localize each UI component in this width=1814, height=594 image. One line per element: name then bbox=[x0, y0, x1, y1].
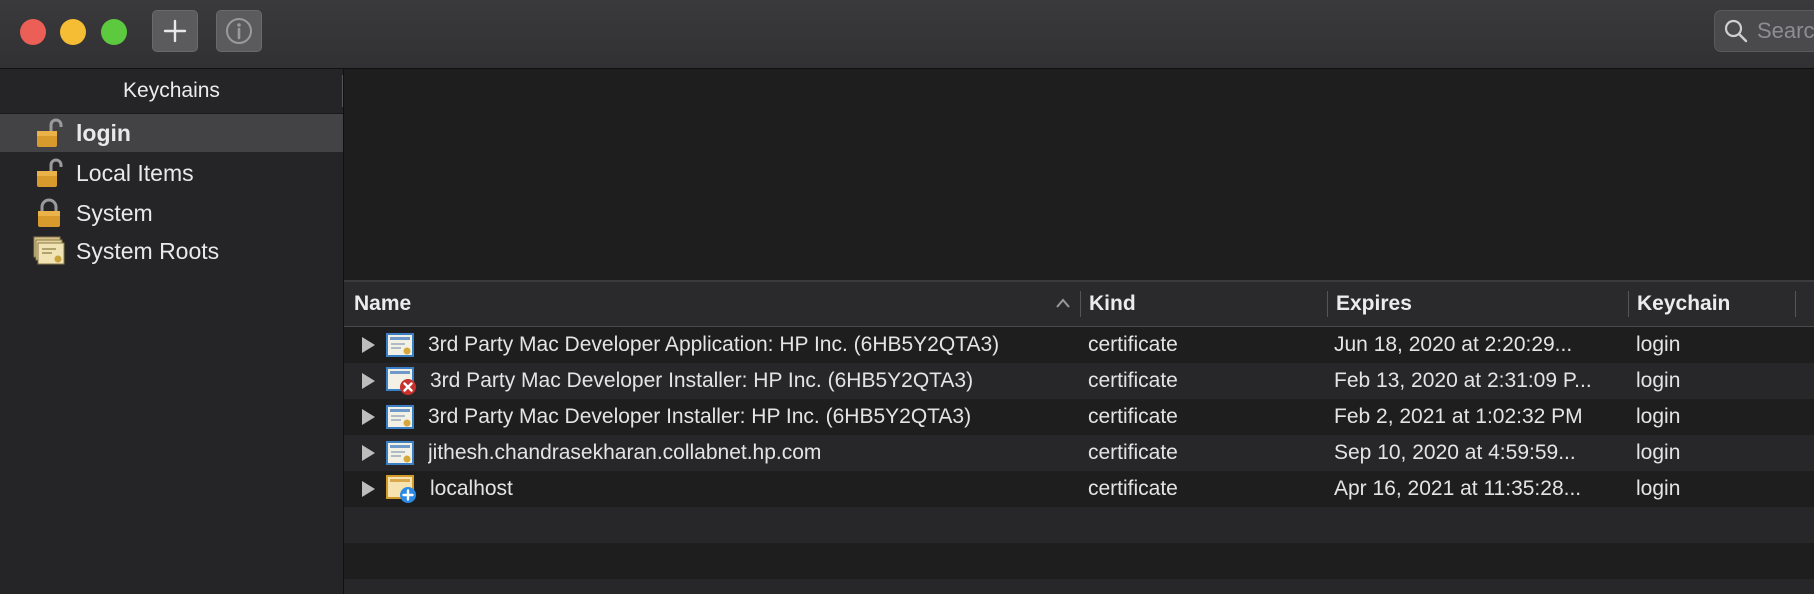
cell-keychain: login bbox=[1636, 369, 1681, 392]
empty-row bbox=[344, 507, 1814, 543]
table-row[interactable]: 3rd Party Mac Developer Installer: HP In… bbox=[344, 399, 1814, 435]
zoom-window-button[interactable] bbox=[101, 19, 127, 45]
disclosure-triangle-icon[interactable] bbox=[362, 337, 375, 353]
sidebar-item-login[interactable]: login bbox=[0, 114, 343, 152]
minimize-window-button[interactable] bbox=[60, 19, 86, 45]
cell-keychain: login bbox=[1636, 441, 1681, 464]
cell-name: 3rd Party Mac Developer Installer: HP In… bbox=[430, 369, 974, 392]
unlocked-padlock-icon bbox=[32, 116, 66, 150]
certificate-icon bbox=[386, 441, 414, 465]
search-icon bbox=[1724, 19, 1748, 43]
cell-name: localhost bbox=[430, 477, 513, 500]
search-field[interactable]: Search bbox=[1714, 10, 1814, 52]
sidebar-item-label: Local Items bbox=[76, 159, 194, 186]
column-separator[interactable] bbox=[1795, 291, 1796, 317]
column-header-kind[interactable]: Kind bbox=[1081, 282, 1328, 326]
certificate-trusted-icon bbox=[386, 475, 416, 503]
close-window-button[interactable] bbox=[20, 19, 46, 45]
cell-name: jithesh.chandrasekharan.collabnet.hp.com bbox=[428, 441, 822, 464]
empty-row bbox=[344, 579, 1814, 594]
cell-expires: Feb 2, 2021 at 1:02:32 PM bbox=[1334, 405, 1583, 428]
table-row[interactable]: 3rd Party Mac Developer Installer: HP In… bbox=[344, 363, 1814, 399]
sidebar-item-label: System Roots bbox=[76, 237, 220, 264]
disclosure-triangle-icon[interactable] bbox=[362, 445, 375, 461]
keychains-header: Keychains bbox=[0, 69, 343, 114]
disclosure-triangle-icon[interactable] bbox=[362, 409, 375, 425]
cell-keychain: login bbox=[1636, 333, 1681, 356]
table-header: Name Kind Expires Keychain bbox=[344, 282, 1814, 327]
keychains-header-label: Keychains bbox=[123, 79, 220, 102]
column-header-name[interactable]: Name bbox=[344, 282, 1081, 326]
disclosure-triangle-icon[interactable] bbox=[362, 373, 375, 389]
cell-name: 3rd Party Mac Developer Installer: HP In… bbox=[428, 405, 972, 428]
keychains-sidebar: Keychains login Local Items System Syste… bbox=[0, 69, 343, 594]
search-placeholder: Search bbox=[1757, 18, 1814, 43]
certificate-icon bbox=[386, 333, 414, 357]
sort-ascending-icon bbox=[1056, 298, 1070, 308]
cell-kind: certificate bbox=[1088, 405, 1178, 428]
certificate-invalid-icon bbox=[386, 367, 416, 395]
locked-padlock-icon bbox=[32, 196, 66, 230]
cell-kind: certificate bbox=[1088, 333, 1178, 356]
cell-kind: certificate bbox=[1088, 477, 1178, 500]
cell-keychain: login bbox=[1636, 477, 1681, 500]
certificate-icon bbox=[386, 405, 414, 429]
plus-icon bbox=[163, 19, 187, 43]
table-row[interactable]: jithesh.chandrasekharan.collabnet.hp.com… bbox=[344, 435, 1814, 471]
sidebar-item-local-items[interactable]: Local Items bbox=[0, 154, 343, 192]
cell-expires: Apr 16, 2021 at 11:35:28... bbox=[1334, 477, 1582, 500]
item-preview-area bbox=[344, 69, 1814, 282]
column-header-expires[interactable]: Expires bbox=[1328, 282, 1629, 326]
sidebar-item-label: login bbox=[76, 119, 131, 146]
cell-expires: Jun 18, 2020 at 2:20:29... bbox=[1334, 333, 1573, 356]
unlocked-padlock-icon bbox=[32, 156, 66, 190]
certificate-stack-icon bbox=[32, 234, 66, 268]
empty-row bbox=[344, 543, 1814, 579]
sidebar-item-system-roots[interactable]: System Roots bbox=[0, 232, 343, 270]
keychain-items-pane: Name Kind Expires Keychain 3rd Party Mac… bbox=[344, 69, 1814, 594]
cell-kind: certificate bbox=[1088, 369, 1178, 392]
table-row[interactable]: localhost certificate Apr 16, 2021 at 11… bbox=[344, 471, 1814, 507]
sidebar-item-label: System bbox=[76, 199, 153, 226]
add-keychain-item-button[interactable] bbox=[152, 10, 198, 52]
disclosure-triangle-icon[interactable] bbox=[362, 481, 375, 497]
sidebar-item-system[interactable]: System bbox=[0, 194, 343, 232]
cell-expires: Feb 13, 2020 at 2:31:09 P... bbox=[1334, 369, 1592, 392]
cell-name: 3rd Party Mac Developer Application: HP … bbox=[428, 333, 1000, 356]
cell-keychain: login bbox=[1636, 405, 1681, 428]
cell-kind: certificate bbox=[1088, 441, 1178, 464]
get-info-button[interactable] bbox=[216, 10, 262, 52]
window-toolbar: Search bbox=[0, 0, 1814, 69]
column-header-keychain[interactable]: Keychain bbox=[1629, 282, 1796, 326]
info-icon bbox=[226, 18, 252, 44]
cell-expires: Sep 10, 2020 at 4:59:59... bbox=[1334, 441, 1576, 464]
table-row[interactable]: 3rd Party Mac Developer Application: HP … bbox=[344, 327, 1814, 363]
